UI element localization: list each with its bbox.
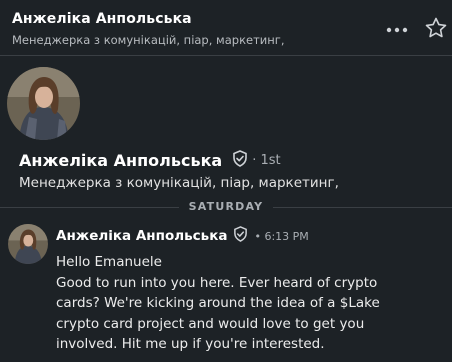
message-line: Hello Emanuele (56, 254, 162, 270)
message-line: cards? We're kicking around the idea of … (56, 295, 380, 311)
message-line: crypto card project and would love to ge… (56, 315, 365, 332)
message-timestamp: • 6:13 PM (254, 229, 309, 243)
message-avatar[interactable] (8, 224, 48, 264)
header-contact-name[interactable]: Анжеліка Анпольська (12, 11, 192, 27)
verified-shield-icon (233, 226, 248, 246)
day-label: SATURDAY (178, 200, 274, 213)
star-icon[interactable] (424, 16, 448, 40)
day-separator: SATURDAY (0, 200, 452, 213)
profile-headline: Менеджерка з комунікацій, піар, маркетин… (19, 175, 339, 191)
conversation-header: Анжеліка Анпольська Менеджерка з комунік… (0, 0, 452, 56)
verified-shield-icon (232, 150, 248, 171)
message-body: Hello Emanuele Good to run into you here… (56, 252, 446, 355)
more-horizontal-icon[interactable] (384, 20, 410, 40)
message-header: Анжеліка Анпольська • 6:13 PM (56, 226, 309, 246)
connection-degree: · 1st (252, 153, 281, 168)
profile-name[interactable]: Анжеліка Анпольська (19, 151, 222, 170)
profile-name-row: Анжеліка Анпольська · 1st (19, 150, 281, 171)
message-line: Good to run into you here. Ever heard of… (56, 274, 378, 291)
message-sender-name[interactable]: Анжеліка Анпольська (56, 228, 227, 244)
profile-avatar[interactable] (7, 67, 80, 140)
message-line: involved. Hit me up if you're interested… (56, 336, 325, 352)
header-contact-headline: Менеджерка з комунікацій, піар, маркетин… (12, 33, 285, 47)
